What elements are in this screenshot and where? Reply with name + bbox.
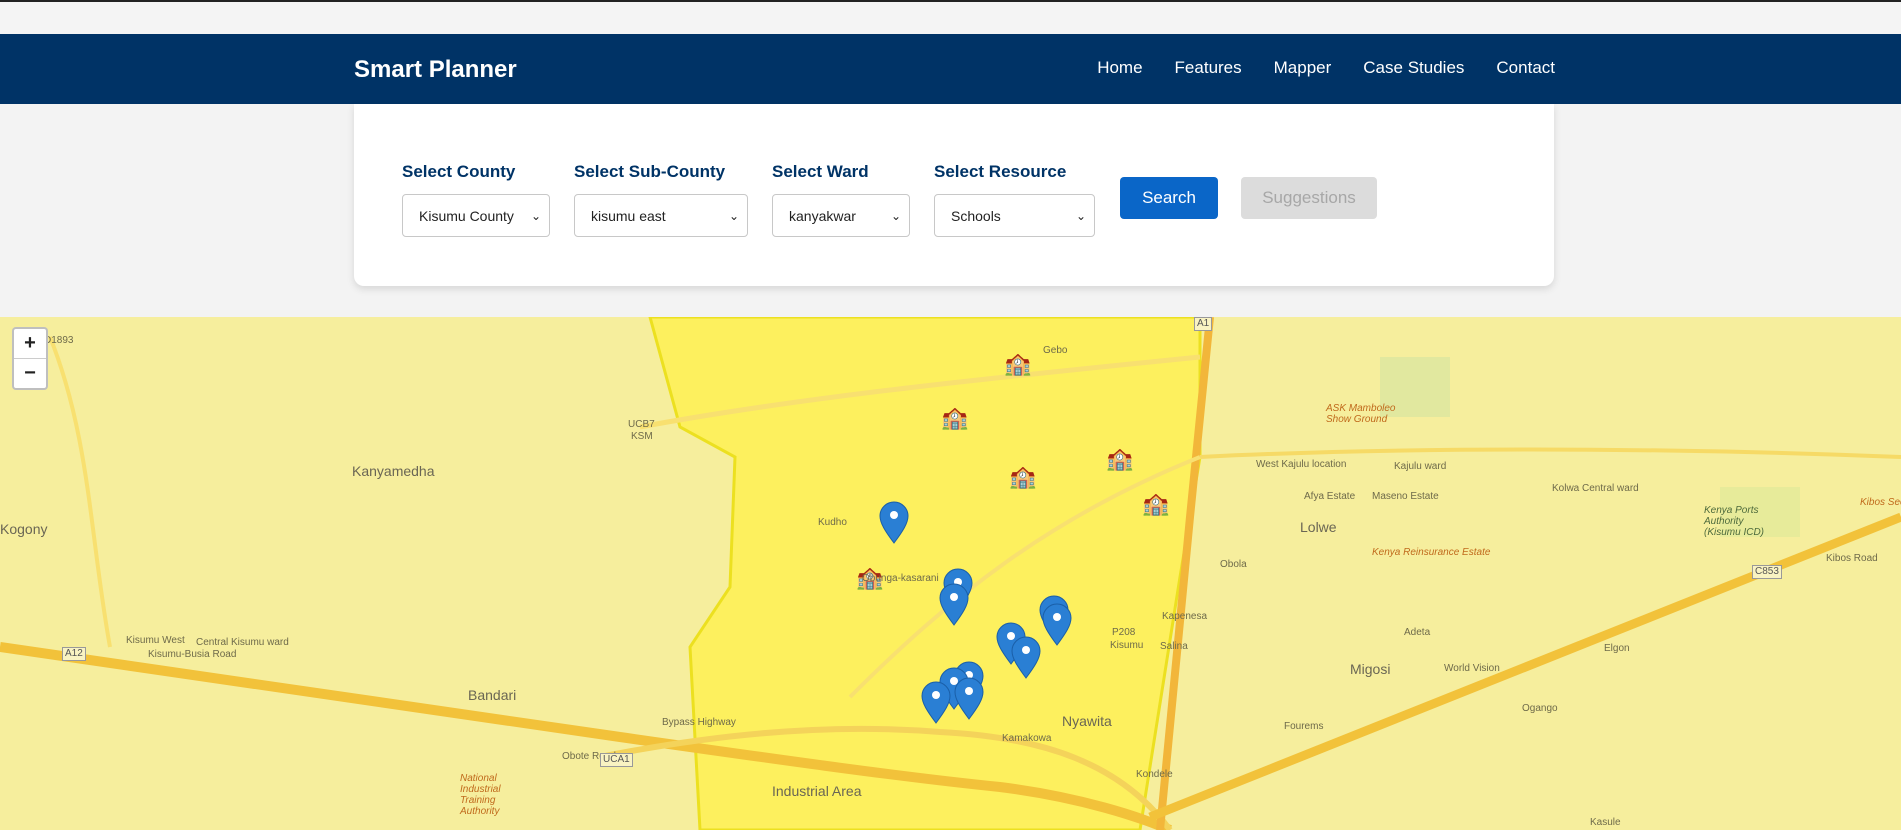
chevron-down-icon: ⌄ bbox=[728, 208, 739, 223]
map-label: Kanyamedha bbox=[352, 463, 435, 479]
map-label: Kisumu-Busia Road bbox=[148, 649, 237, 660]
map-label: World Vision bbox=[1444, 663, 1500, 674]
search-button[interactable]: Search bbox=[1120, 177, 1218, 219]
page-content: Select County Kisumu County ⌄ Select Sub… bbox=[0, 104, 1901, 317]
zoom-out-button[interactable]: − bbox=[14, 359, 46, 388]
map-label: Kajulu ward bbox=[1394, 461, 1447, 472]
filter-card: Select County Kisumu County ⌄ Select Sub… bbox=[354, 104, 1554, 286]
school-marker[interactable]: 🏫 bbox=[1142, 491, 1169, 517]
map-label: Industrial Area bbox=[772, 783, 862, 799]
resource-value: Schools bbox=[951, 207, 1001, 224]
map-label: National Industrial Training Authority bbox=[460, 773, 501, 817]
chevron-down-icon: ⌄ bbox=[530, 208, 541, 223]
brand-logo[interactable]: Smart Planner bbox=[354, 56, 517, 84]
chevron-down-icon: ⌄ bbox=[890, 208, 901, 223]
map-label: P208 bbox=[1112, 627, 1136, 638]
map-label: Nyawita bbox=[1062, 713, 1112, 729]
map-label: Bypass Highway bbox=[662, 717, 736, 728]
school-marker[interactable]: 🏫 bbox=[941, 405, 968, 431]
suggestions-button[interactable]: Suggestions bbox=[1241, 177, 1377, 219]
resource-select[interactable]: Schools ⌄ bbox=[934, 194, 1095, 237]
navbar: Smart Planner Home Features Mapper Case … bbox=[0, 34, 1901, 104]
nav-home[interactable]: Home bbox=[1097, 58, 1142, 78]
map-label: Kibos Secondary School bbox=[1860, 497, 1901, 508]
map-label: Kamakowa bbox=[1002, 733, 1052, 744]
county-field: Select County Kisumu County ⌄ bbox=[402, 162, 550, 237]
map-label: Elgon bbox=[1604, 643, 1630, 654]
subcounty-value: kisumu east bbox=[591, 207, 666, 224]
resource-label: Select Resource bbox=[934, 162, 1067, 181]
map-label: Gebo bbox=[1043, 345, 1068, 356]
road-shield: C853 bbox=[1752, 565, 1782, 579]
map-label: Lolwe bbox=[1300, 519, 1337, 535]
nav-features[interactable]: Features bbox=[1175, 58, 1242, 78]
school-marker[interactable]: 🏫 bbox=[1009, 464, 1036, 490]
map-label: Kisumu West bbox=[126, 635, 185, 646]
county-value: Kisumu County bbox=[419, 207, 514, 224]
zoom-control: + − bbox=[12, 327, 48, 390]
map-label: Migosi bbox=[1350, 661, 1391, 677]
map-label: Maseno Estate bbox=[1372, 491, 1439, 502]
map-label: Kogony bbox=[0, 521, 48, 537]
map-label: Kenya Reinsurance Estate bbox=[1372, 547, 1491, 558]
map-label: Salina bbox=[1160, 641, 1188, 652]
zoom-in-button[interactable]: + bbox=[14, 329, 46, 359]
subcounty-field: Select Sub-County kisumu east ⌄ bbox=[574, 162, 748, 237]
ward-field: Select Ward kanyakwar ⌄ bbox=[772, 162, 910, 237]
chevron-down-icon: ⌄ bbox=[1075, 208, 1086, 223]
resource-field: Select Resource Schools ⌄ bbox=[934, 162, 1095, 237]
subcounty-label: Select Sub-County bbox=[574, 162, 726, 181]
county-label: Select County bbox=[402, 162, 516, 181]
map-label: Afya Estate bbox=[1304, 491, 1356, 502]
school-marker[interactable]: 🏫 bbox=[1106, 446, 1133, 472]
map-label: Adeta bbox=[1404, 627, 1431, 638]
map-label: Kisumu bbox=[1110, 640, 1144, 651]
map-label: Obola bbox=[1220, 559, 1247, 570]
map-label: Ogango bbox=[1522, 703, 1558, 714]
ward-label: Select Ward bbox=[772, 162, 869, 181]
county-select[interactable]: Kisumu County ⌄ bbox=[402, 194, 550, 237]
map-label: ASK Mamboleo Show Ground bbox=[1326, 403, 1396, 425]
map-label: Kasule bbox=[1590, 817, 1621, 828]
map-label: D1893 bbox=[44, 335, 74, 346]
nav-contact[interactable]: Contact bbox=[1496, 58, 1555, 78]
map-label: Central Kisumu ward bbox=[196, 637, 289, 648]
map-label: Kondele bbox=[1136, 769, 1173, 780]
subcounty-select[interactable]: kisumu east ⌄ bbox=[574, 194, 748, 237]
map-label: Kenya Ports Authority (Kisumu ICD) bbox=[1704, 505, 1765, 538]
map-label: Obunga-kasarani bbox=[862, 573, 939, 584]
map-label: Kibos Road bbox=[1826, 553, 1878, 564]
map-view[interactable]: 🏫 🏫 🏫 🏫 🏫 🏫 D1893 Kogony Kanyamedha Band… bbox=[0, 317, 1901, 830]
map-label: Bandari bbox=[468, 687, 517, 703]
map-tiles bbox=[0, 317, 1901, 830]
map-label: KSM bbox=[631, 431, 653, 442]
school-marker[interactable]: 🏫 bbox=[1004, 351, 1031, 377]
ward-select[interactable]: kanyakwar ⌄ bbox=[772, 194, 910, 237]
map-label: Fourems bbox=[1284, 721, 1324, 732]
road-shield: A12 bbox=[62, 647, 86, 661]
nav-mapper[interactable]: Mapper bbox=[1274, 58, 1332, 78]
ward-value: kanyakwar bbox=[789, 207, 856, 224]
map-label: UCB7 bbox=[628, 419, 655, 430]
browser-top-strip bbox=[0, 0, 1901, 34]
nav-case-studies[interactable]: Case Studies bbox=[1363, 58, 1464, 78]
map-label: West Kajulu location bbox=[1256, 459, 1347, 470]
map-label: Kapenesa bbox=[1162, 611, 1208, 622]
road-shield: UCA1 bbox=[600, 753, 633, 767]
map-label: Kolwa Central ward bbox=[1552, 483, 1639, 494]
map-label: Kudho bbox=[818, 517, 847, 528]
road-shield: A1 bbox=[1194, 317, 1213, 331]
nav-links: Home Features Mapper Case Studies Contac… bbox=[1097, 58, 1555, 78]
